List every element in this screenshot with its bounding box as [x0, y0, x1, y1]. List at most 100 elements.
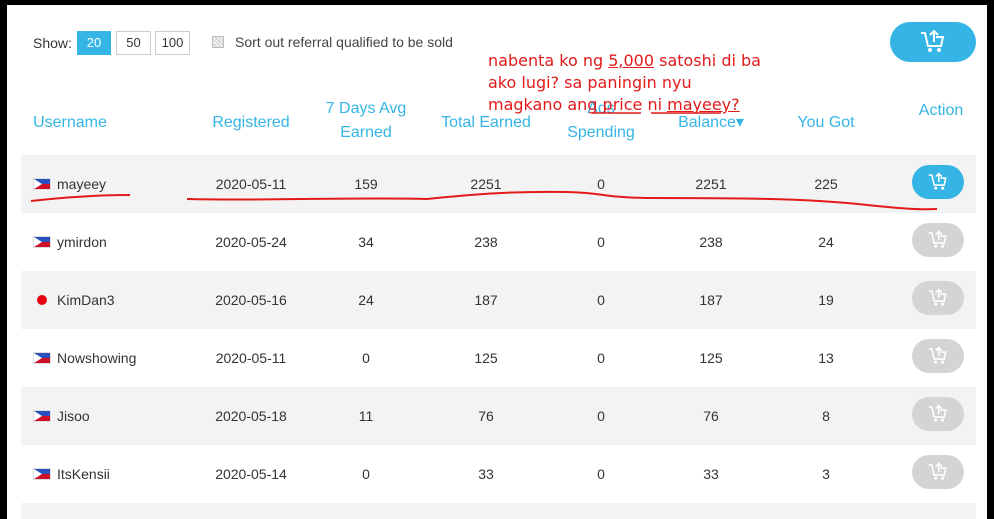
sell-referral-button[interactable] [912, 455, 964, 489]
header-7day-avg-line2: Earned [340, 124, 392, 141]
sell-referral-button[interactable] [912, 397, 964, 431]
cell-registered: 2020-05-18 [215, 408, 287, 424]
header-you-got[interactable]: You Got [771, 111, 881, 135]
flag-ph-icon [33, 410, 51, 422]
cell-registered: 2020-05-11 [215, 176, 287, 192]
cell-you-got: 3 [822, 466, 830, 482]
table-row: KimDan3 2020-05-16 24 187 0 187 19 [21, 271, 976, 329]
cell-you-got: 225 [814, 176, 838, 192]
cell-total: 33 [478, 466, 494, 482]
flag-ph-icon [33, 178, 51, 190]
cell-ads: 0 [597, 350, 605, 366]
cell-avg: 159 [354, 176, 378, 192]
note-line3-a: magkano ang price ni [488, 95, 668, 114]
referral-market-panel: Show: 20 50 100 Sort out referral qualif… [7, 5, 987, 519]
cell-ads: 0 [597, 466, 605, 482]
note-line3: magkano ang price ni mayeey? [488, 94, 778, 116]
sort-referral-checkbox[interactable] [212, 36, 224, 48]
sell-referral-button[interactable] [912, 165, 964, 199]
flag-jp-icon [37, 295, 47, 305]
cell-balance: 2251 [695, 176, 727, 192]
cell-total: 238 [474, 234, 498, 250]
username-text: ItsKensii [57, 466, 110, 482]
username-text: KimDan3 [57, 292, 115, 308]
note-line1-a: nabenta ko ng [488, 51, 609, 70]
cart-upload-icon [928, 404, 947, 422]
sell-referral-button[interactable] [912, 281, 964, 315]
cell-balance: 125 [699, 350, 723, 366]
note-username: mayeey? [667, 95, 740, 114]
page-size-20-button[interactable]: 20 [77, 31, 111, 55]
table-row-partial [21, 503, 976, 519]
note-amount: 5,000 [608, 51, 655, 70]
cart-upload-icon [928, 230, 947, 248]
table-row: mayeey 2020-05-11 159 2251 0 2251 225 [21, 155, 976, 213]
header-7day-avg[interactable]: 7 Days Avg Earned [311, 97, 421, 145]
cell-you-got: 24 [818, 234, 834, 250]
username-text: mayeey [57, 176, 107, 192]
sort-desc-icon: ▾ [735, 114, 744, 131]
cell-total: 76 [478, 408, 494, 424]
header-registered[interactable]: Registered [196, 111, 306, 135]
flag-ph-icon [33, 236, 51, 248]
cell-balance: 238 [699, 234, 723, 250]
username-cell: mayeey [33, 155, 106, 213]
cell-you-got: 13 [818, 350, 834, 366]
cart-upload-icon [921, 29, 945, 52]
cell-total: 125 [474, 350, 498, 366]
header-7day-avg-line1: 7 Days Avg [325, 100, 407, 117]
cart-upload-icon [928, 288, 947, 306]
cell-balance: 187 [699, 292, 723, 308]
sell-referral-button[interactable] [912, 223, 964, 257]
cell-registered: 2020-05-11 [215, 350, 287, 366]
sell-selected-button[interactable] [890, 22, 976, 62]
username-text: Nowshowing [57, 350, 137, 366]
username-cell: KimDan3 [33, 271, 115, 329]
sort-referral-label: Sort out referral qualified to be sold [235, 34, 453, 50]
header-username[interactable]: Username [21, 111, 119, 135]
cell-registered: 2020-05-16 [215, 292, 287, 308]
cell-total: 2251 [470, 176, 502, 192]
table-row: ymirdon 2020-05-24 34 238 0 238 24 [21, 213, 976, 271]
cell-balance: 33 [703, 466, 719, 482]
username-text: Jisoo [57, 408, 90, 424]
cell-total: 187 [474, 292, 498, 308]
cell-registered: 2020-05-24 [215, 234, 287, 250]
header-ads-spending-line2: Spending [567, 124, 635, 141]
username-cell: Jisoo [33, 387, 90, 445]
page-size-100-button[interactable]: 100 [155, 31, 190, 55]
cell-avg: 24 [358, 292, 374, 308]
sell-referral-button[interactable] [912, 339, 964, 373]
cell-you-got: 19 [818, 292, 834, 308]
username-cell: Nowshowing [33, 329, 136, 387]
cell-registered: 2020-05-14 [215, 466, 287, 482]
note-line2: ako lugi? sa paningin nyu [488, 73, 692, 92]
handwritten-note: nabenta ko ng 5,000 satoshi di ba ako lu… [488, 50, 778, 116]
username-text: ymirdon [57, 234, 107, 250]
cell-avg: 11 [358, 408, 374, 424]
flag-ph-icon [33, 468, 51, 480]
note-line1-c: satoshi di ba [654, 51, 761, 70]
show-label: Show: [33, 35, 72, 51]
table-row: Jisoo 2020-05-18 11 76 0 76 8 [21, 387, 976, 445]
cart-upload-icon [928, 462, 947, 480]
table-row: ItsKensii 2020-05-14 0 33 0 33 3 [21, 445, 976, 503]
note-line1: nabenta ko ng 5,000 satoshi di ba [488, 50, 778, 72]
cart-upload-icon [928, 346, 947, 364]
cell-avg: 34 [358, 234, 374, 250]
username-cell: ItsKensii [33, 445, 110, 503]
cell-ads: 0 [597, 176, 605, 192]
cell-ads: 0 [597, 292, 605, 308]
page-size-50-button[interactable]: 50 [116, 31, 151, 55]
cell-ads: 0 [597, 408, 605, 424]
table-row: Nowshowing 2020-05-11 0 125 0 125 13 [21, 329, 976, 387]
cell-you-got: 8 [822, 408, 830, 424]
cell-avg: 0 [362, 466, 370, 482]
cell-ads: 0 [597, 234, 605, 250]
cell-balance: 76 [703, 408, 719, 424]
username-cell: ymirdon [33, 213, 107, 271]
cell-avg: 0 [362, 350, 370, 366]
header-action: Action [918, 102, 964, 119]
flag-ph-icon [33, 352, 51, 364]
cart-upload-icon [928, 172, 947, 190]
